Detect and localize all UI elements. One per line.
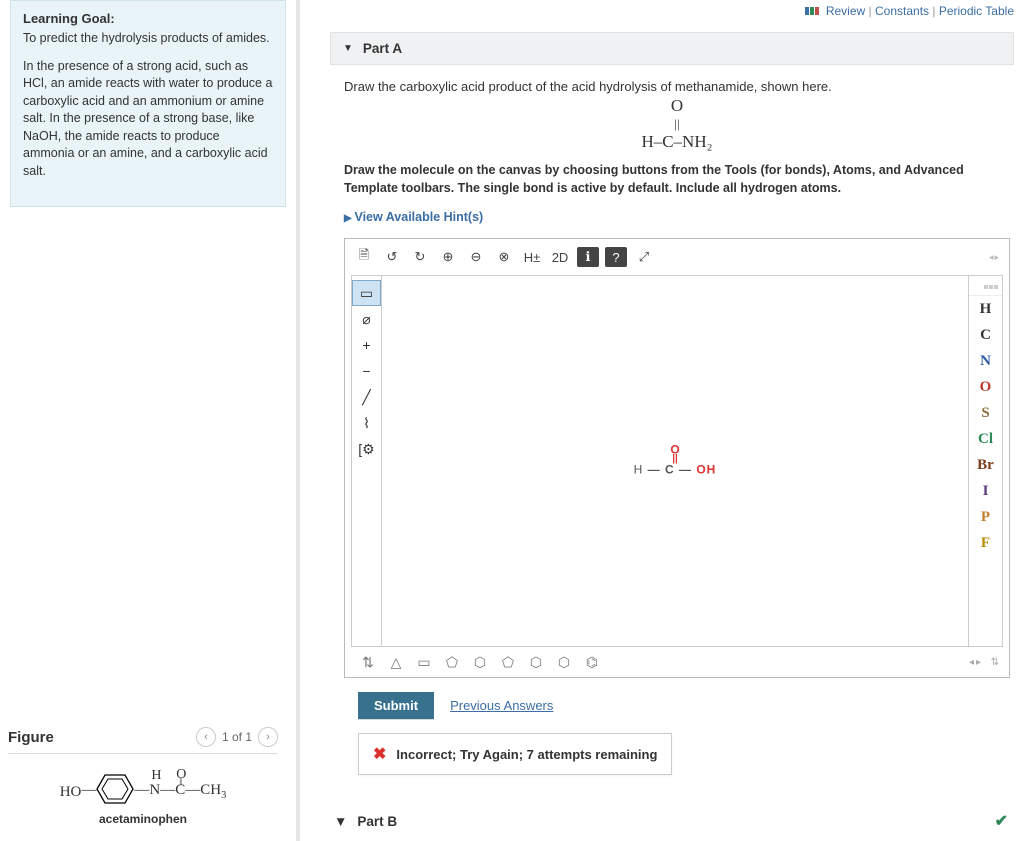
part-a-header[interactable]: ▼ Part A	[330, 32, 1014, 65]
tool-marquee-icon[interactable]: ▭	[352, 280, 381, 306]
atom-i-button[interactable]: I	[969, 478, 1002, 504]
figure-prev-button[interactable]: ‹	[196, 727, 216, 747]
learning-goal-text: To predict the hydrolysis products of am…	[23, 30, 273, 48]
previous-answers-link[interactable]: Previous Answers	[450, 698, 553, 713]
template-pentagon-icon[interactable]: ⬠	[443, 653, 461, 671]
tool-undo-icon[interactable]: ↺	[381, 247, 403, 267]
tool-charge-plus-icon[interactable]: +	[352, 332, 381, 358]
feedback-box: ✖ Incorrect; Try Again; 7 attempts remai…	[358, 733, 672, 775]
drawn-molecule[interactable]: O || H — C — OH	[634, 443, 717, 477]
learning-body-text: In the presence of a strong acid, such a…	[23, 58, 273, 181]
link-review[interactable]: Review	[826, 4, 865, 18]
atom-o-button[interactable]: O	[969, 374, 1002, 400]
tool-redo-icon[interactable]: ↻	[409, 247, 431, 267]
atom-toolbar-header-icon	[969, 278, 1002, 296]
figure-molecule-name: acetaminophen	[8, 812, 278, 826]
template-cyclopentadiene-icon[interactable]: ⬠	[499, 653, 517, 671]
tool-eraser-icon[interactable]: ⌀	[352, 306, 381, 332]
atom-s-button[interactable]: S	[969, 400, 1002, 426]
tool-fullscreen-icon[interactable]: ⤢	[633, 247, 655, 267]
tool-zoom-out-icon[interactable]: ⊖	[465, 247, 487, 267]
tool-new-icon[interactable]: 🗎	[353, 247, 375, 267]
collapse-caret-icon: ▼	[343, 43, 353, 54]
atom-p-button[interactable]: P	[969, 504, 1002, 530]
atom-h-button[interactable]: H	[969, 296, 1002, 322]
atom-br-button[interactable]: Br	[969, 452, 1002, 478]
template-scroll-icon[interactable]: ⇅	[359, 653, 377, 671]
editor-template-toolbar: ⇅ △ ▭ ⬠ ⬡ ⬠ ⬡ ⬡ ⌬ ◂▸ ⇅	[351, 647, 1003, 675]
figure-molecule-structure: HO——HN—O‖C—CH3	[8, 772, 278, 806]
template-triangle-icon[interactable]: △	[387, 653, 405, 671]
atom-n-button[interactable]: N	[969, 348, 1002, 374]
question-text: Draw the carboxylic acid product of the …	[344, 79, 1010, 94]
part-a-title: Part A	[363, 41, 402, 56]
atom-f-button[interactable]: F	[969, 530, 1002, 556]
tool-chain-icon[interactable]: ⌇	[352, 410, 381, 436]
tool-info-icon[interactable]: ℹ	[577, 247, 599, 267]
review-icon	[805, 4, 820, 18]
figure-next-button[interactable]: ›	[258, 727, 278, 747]
editor-left-toolbar: ▭ ⌀ + − ╱ ⌇ [⚙	[352, 276, 382, 646]
atom-cl-button[interactable]: Cl	[969, 426, 1002, 452]
tool-2d-icon[interactable]: 2D	[549, 247, 571, 267]
tool-charge-minus-icon[interactable]: −	[352, 358, 381, 384]
template-cycloheptane-icon[interactable]: ⬡	[555, 653, 573, 671]
drawing-canvas[interactable]: O || H — C — OH	[382, 276, 968, 646]
feedback-text: Incorrect; Try Again; 7 attempts remaini…	[396, 747, 657, 762]
template-cyclohexene-icon[interactable]: ⬡	[527, 653, 545, 671]
tool-single-bond-icon[interactable]: ╱	[352, 384, 381, 410]
correct-check-icon: ✔	[995, 811, 1014, 831]
part-b-title: Part B	[357, 814, 397, 829]
link-constants[interactable]: Constants	[875, 4, 929, 18]
collapse-caret-icon: ▼	[334, 814, 347, 829]
tool-bracket-icon[interactable]: [⚙	[352, 436, 381, 462]
template-square-icon[interactable]: ▭	[415, 653, 433, 671]
atom-c-button[interactable]: C	[969, 322, 1002, 348]
tool-hydrogen-icon[interactable]: H±	[521, 247, 543, 267]
template-hexagon-icon[interactable]: ⬡	[471, 653, 489, 671]
figure-pager-label: 1 of 1	[222, 730, 252, 744]
top-links: Review | Constants | Periodic Table	[330, 0, 1014, 32]
figure-section: Figure ‹ 1 of 1 › HO——HN—O‖C—CH3 acetami…	[8, 727, 286, 826]
given-structure: O || H–C–NH₂	[344, 96, 1010, 152]
instructions-text: Draw the molecule on the canvas by choos…	[344, 162, 1010, 197]
editor-top-toolbar: 🗎 ↺ ↻ ⊕ ⊖ ⊗ H± 2D ℹ ? ⤢ ◂▸	[351, 245, 1003, 275]
toolbar-scroll-icon[interactable]: ◂▸	[989, 252, 1003, 263]
submit-button[interactable]: Submit	[358, 692, 434, 719]
template-nav-icon[interactable]: ◂▸ ⇅	[969, 657, 999, 668]
tool-zoom-in-icon[interactable]: ⊕	[437, 247, 459, 267]
part-b-header[interactable]: ▼ Part B ✔	[330, 811, 1014, 831]
structure-editor: 🗎 ↺ ↻ ⊕ ⊖ ⊗ H± 2D ℹ ? ⤢ ◂▸ ▭ ⌀	[344, 238, 1010, 678]
view-hints-link[interactable]: View Available Hint(s)	[344, 210, 483, 224]
tool-help-icon[interactable]: ?	[605, 247, 627, 267]
figure-heading: Figure	[8, 729, 54, 746]
incorrect-icon: ✖	[373, 744, 386, 764]
learning-goal-title: Learning Goal:	[23, 11, 273, 26]
editor-atom-toolbar: H C N O S Cl Br I P F	[968, 276, 1002, 646]
tool-delete-icon[interactable]: ⊗	[493, 247, 515, 267]
link-periodic-table[interactable]: Periodic Table	[939, 4, 1014, 18]
template-benzene-icon[interactable]: ⌬	[583, 653, 601, 671]
learning-goal-box: Learning Goal: To predict the hydrolysis…	[10, 0, 286, 207]
